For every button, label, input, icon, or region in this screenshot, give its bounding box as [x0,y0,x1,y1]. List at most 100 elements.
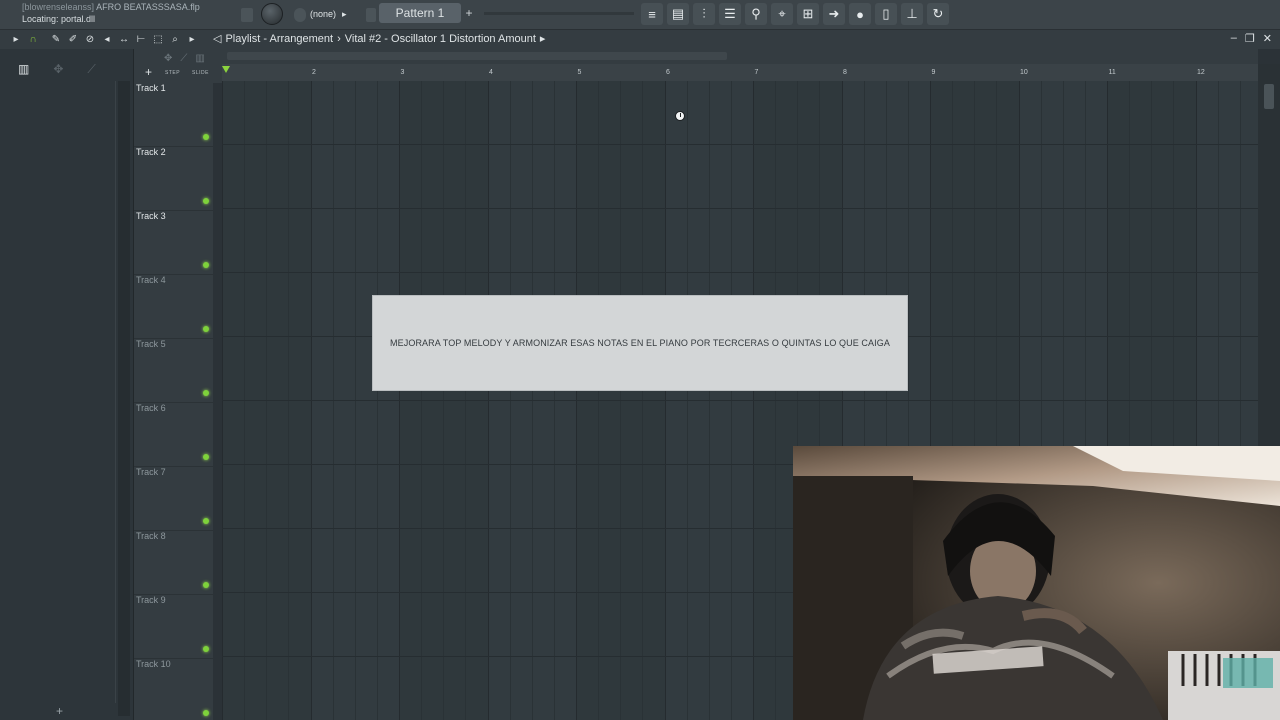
plugin-picker-icon[interactable]: ⚲ [745,3,767,25]
minimize-icon[interactable]: – [1231,32,1237,45]
track-label: Track 6 [136,403,166,413]
track-label: Track 1 [136,83,166,93]
play-arrow-icon[interactable]: ▸ [10,34,22,46]
track-enable-led[interactable] [203,582,209,588]
project-prefix: [blowrenseleanss] [22,2,95,12]
track-enable-led[interactable] [203,262,209,268]
horizontal-scroll-thumb[interactable] [227,52,727,60]
track-enable-led[interactable] [203,518,209,524]
browser-scrollbar[interactable] [118,81,130,716]
delete-icon[interactable]: ⊘ [84,34,96,46]
export-icon[interactable]: ➜ [823,3,845,25]
track-row-line [222,400,1258,401]
track-header[interactable]: Track 3 [134,211,213,275]
project-name: AFRO BEATASSSASA.flp [96,2,200,12]
track-header[interactable]: Track 4 [134,275,213,339]
piano-roll-icon[interactable]: ▤ [667,3,689,25]
browser-icon[interactable]: ⌖ [771,3,793,25]
stamp-icon[interactable]: ⊥ [901,3,923,25]
maximize-icon[interactable]: ❐ [1245,32,1255,45]
chevron-right-icon: ▸ [342,8,347,19]
breadcrumb-separator: › [337,32,341,45]
main-toolbar: [blowrenseleanss] AFRO BEATASSSASA.flp L… [0,0,1280,30]
track-label: Track 10 [136,659,171,669]
move-icon[interactable]: ✥ [164,53,172,64]
piano-icon[interactable]: ▥ [18,62,29,76]
track-row-line [222,272,1258,273]
ruler-bar-number: 2 [312,69,316,76]
ruler-bar-number: 12 [1197,69,1205,76]
link-icon[interactable]: ⟋ [87,62,95,77]
browser-list[interactable] [6,81,116,703]
pencil-icon[interactable]: ⟋ [180,53,187,64]
hint-bar: Locating: portal.dll [22,14,96,24]
move-icon[interactable]: ✥ [53,62,63,76]
ruler-bar-number: 3 [400,69,405,76]
file-icon[interactable]: ▯ [875,3,897,25]
mute-icon[interactable]: ◂ [101,34,113,46]
master-volume-knob[interactable] [261,3,283,25]
pattern-name: Pattern 1 [395,6,445,20]
magnet-icon[interactable]: ∩ [27,34,39,46]
playlist-titlebar: ▸ ∩ ✎ ✐ ⊘ ◂ ↔ ⊢ ⬚ ⌕ ▸ ◁ Playlist - Arran… [0,30,1280,49]
track-enable-led[interactable] [203,326,209,332]
step-toggle[interactable]: STEP [165,70,180,76]
piano-icon[interactable]: ▥ [195,53,204,64]
browser-add-button[interactable]: + [56,704,63,718]
webcam-image [793,446,1280,720]
track-header[interactable]: Track 8 [134,531,213,595]
pattern-selector[interactable]: Pattern 1 [379,3,461,23]
headphone-icon[interactable] [294,8,306,22]
pencil-icon[interactable]: ✎ [50,34,62,46]
playlist-tools: ▸ ∩ ✎ ✐ ⊘ ◂ ↔ ⊢ ⬚ ⌕ ▸ [10,30,198,49]
playlist-icon[interactable]: ≡ [641,3,663,25]
track-header-toolbar: ✥ ⟋ ▥ + STEP SLIDE [134,49,223,83]
channel-rack-icon[interactable]: ☰ [719,3,741,25]
track-enable-led[interactable] [203,390,209,396]
song-position-marker[interactable] [222,66,230,73]
track-header[interactable]: Track 9 [134,595,213,659]
refresh-icon[interactable]: ↻ [927,3,949,25]
brush-icon[interactable]: ✐ [67,34,79,46]
toolbar-icon-group: ≡ ▤ ⫶ ☰ ⚲ ⌖ ⊞ ➜ ● ▯ ⊥ ↻ [641,3,949,25]
track-header[interactable]: Track 10 [134,659,213,720]
slip-icon[interactable]: ↔ [118,34,130,46]
select-icon[interactable]: ⬚ [152,34,164,46]
add-pattern-button[interactable]: + [463,6,475,20]
playback-icon[interactable]: ▸ [186,34,198,46]
cpu-meter [241,8,253,22]
track-enable-led[interactable] [203,454,209,460]
add-track-button[interactable]: + [145,65,152,79]
recorder-icon[interactable]: ● [849,3,871,25]
track-header[interactable]: Track 7 [134,467,213,531]
ruler-bar-number: 4 [489,69,493,76]
track-header[interactable]: Track 5 [134,339,213,403]
track-label: Track 9 [136,595,166,605]
slide-toggle[interactable]: SLIDE [192,70,209,76]
track-header[interactable]: Track 2 [134,147,213,211]
track-enable-led[interactable] [203,710,209,716]
zoom-icon[interactable]: ⌕ [169,34,181,46]
track-enable-led[interactable] [203,134,209,140]
track-header[interactable]: Track 6 [134,403,213,467]
slice-icon[interactable]: ⊢ [135,34,147,46]
project-tree-icon[interactable]: ⊞ [797,3,819,25]
ruler-bar-number: 9 [931,69,936,76]
close-icon[interactable]: ✕ [1263,32,1272,45]
vertical-scroll-thumb[interactable] [1264,84,1274,109]
horizontal-scrollbar[interactable] [222,49,1258,64]
track-header[interactable]: Track 1 [134,83,213,147]
pattern-dropdown[interactable]: (none) ▸ [310,6,347,22]
timeline-ruler[interactable]: 2 3 4 5 6 7 8 9 10 11 12 [222,64,1258,81]
ruler-bar-number: 11 [1108,69,1116,76]
track-label: Track 7 [136,467,166,477]
track-label: Track 4 [136,275,166,285]
track-enable-led[interactable] [203,198,209,204]
chevron-right-icon: ▸ [539,33,546,45]
play-pattern-icon[interactable] [366,8,376,22]
mixer-icon[interactable]: ⫶ [693,3,715,25]
text-overlay: MEJORARA TOP MELODY Y ARMONIZAR ESAS NOT… [372,295,908,391]
track-enable-led[interactable] [203,646,209,652]
track-label: Track 3 [136,211,166,221]
tempo-slider[interactable] [484,12,634,15]
